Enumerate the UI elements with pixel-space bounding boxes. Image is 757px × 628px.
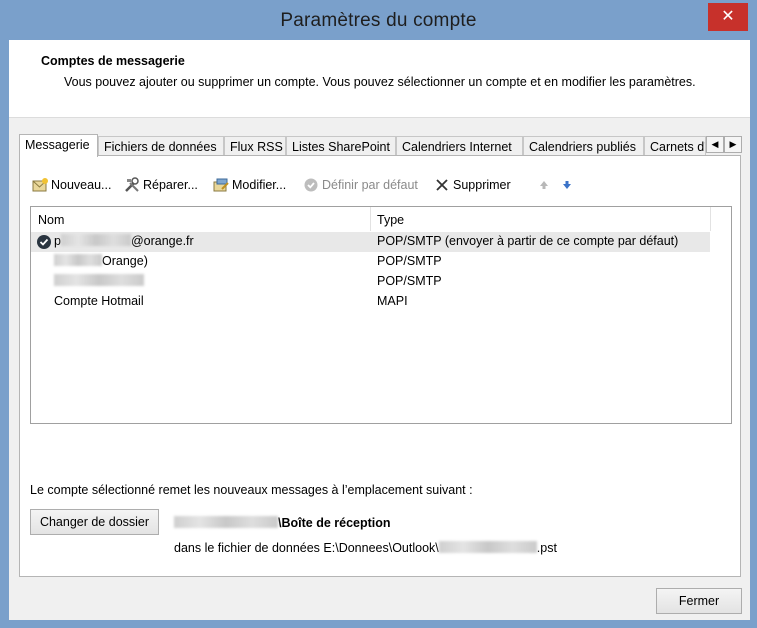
redacted-text bbox=[54, 274, 144, 286]
arrow-up-icon bbox=[540, 181, 548, 189]
data-file-prefix: dans le fichier de données E:\Donnees\Ou… bbox=[174, 541, 439, 555]
close-button[interactable]: Fermer bbox=[656, 588, 742, 614]
repair-label: Réparer... bbox=[143, 178, 198, 192]
modify-button[interactable]: Modifier... bbox=[213, 175, 286, 195]
tab-listes-sharepoint[interactable]: Listes SharePoint bbox=[286, 136, 396, 156]
tab-calendriers-publies[interactable]: Calendriers publiés bbox=[523, 136, 644, 156]
account-settings-window: Paramètres du compte ✕ Comptes de messag… bbox=[0, 0, 757, 628]
account-toolbar: Nouveau... Réparer... Modifier... Défini… bbox=[32, 175, 732, 195]
redacted-text bbox=[438, 541, 537, 553]
tab-calendriers-internet[interactable]: Calendriers Internet bbox=[396, 136, 523, 156]
title-bar[interactable]: Paramètres du compte ✕ bbox=[0, 0, 757, 40]
account-name: Orange) bbox=[54, 254, 148, 268]
header-title: Comptes de messagerie bbox=[41, 54, 185, 68]
header-description: Vous pouvez ajouter ou supprimer un comp… bbox=[64, 75, 696, 89]
delivery-folder-name: \Boîte de réception bbox=[278, 516, 391, 530]
account-type: POP/SMTP bbox=[377, 274, 442, 288]
account-type: MAPI bbox=[377, 294, 408, 308]
window-title: Paramètres du compte bbox=[280, 10, 477, 31]
redacted-text bbox=[174, 516, 278, 528]
change-folder-button[interactable]: Changer de dossier bbox=[30, 509, 159, 535]
move-down-button[interactable] bbox=[559, 175, 575, 195]
tab-flux-rss[interactable]: Flux RSS bbox=[224, 136, 286, 156]
modify-label: Modifier... bbox=[232, 178, 287, 192]
delete-icon bbox=[436, 179, 448, 191]
edit-account-icon bbox=[213, 178, 229, 192]
check-circle-icon bbox=[304, 178, 318, 192]
column-divider[interactable] bbox=[370, 207, 371, 231]
account-row[interactable]: POP/SMTP bbox=[31, 272, 731, 292]
delivery-folder: \Boîte de réception bbox=[174, 516, 391, 530]
data-file-suffix: .pst bbox=[536, 541, 557, 555]
column-type-header[interactable]: Type bbox=[377, 213, 404, 227]
account-row[interactable]: Compte Hotmail MAPI bbox=[31, 292, 731, 312]
new-mail-icon bbox=[32, 178, 48, 192]
new-account-label: Nouveau... bbox=[51, 178, 112, 192]
account-name bbox=[54, 274, 144, 288]
delivery-location-label: Le compte sélectionné remet les nouveaux… bbox=[30, 483, 473, 497]
default-account-icon bbox=[37, 235, 51, 249]
new-account-button[interactable]: Nouveau... bbox=[32, 175, 111, 195]
arrow-down-icon bbox=[563, 181, 571, 189]
tab-fichiers-de-donnees[interactable]: Fichiers de données bbox=[98, 136, 224, 156]
tab-strip: Messagerie Fichiers de données Flux RSS … bbox=[19, 134, 743, 157]
close-window-button[interactable]: ✕ bbox=[708, 3, 748, 31]
dialog-body: Comptes de messagerie Vous pouvez ajoute… bbox=[9, 40, 750, 620]
repair-button[interactable]: Réparer... bbox=[124, 175, 198, 195]
account-name: p @orange.fr bbox=[54, 234, 194, 248]
redacted-text bbox=[54, 254, 102, 266]
set-default-button[interactable]: Définir par défaut bbox=[303, 175, 418, 195]
list-header: Nom Type bbox=[31, 207, 731, 231]
tab-scroll-right-icon[interactable]: ▶ bbox=[724, 136, 742, 153]
remove-button[interactable]: Supprimer bbox=[434, 175, 511, 195]
messagerie-tab-page: Nouveau... Réparer... Modifier... Défini… bbox=[19, 155, 741, 577]
tab-scroll-left-icon[interactable]: ◀ bbox=[706, 136, 724, 153]
tab-carnets-adresses[interactable]: Carnets d'adresses bbox=[644, 136, 706, 156]
account-row[interactable]: Orange) POP/SMTP bbox=[31, 252, 731, 272]
tab-messagerie[interactable]: Messagerie bbox=[19, 134, 98, 157]
account-type: POP/SMTP (envoyer à partir de ce compte … bbox=[377, 234, 679, 248]
account-name-suffix: Orange) bbox=[102, 254, 148, 268]
account-name-suffix: @orange.fr bbox=[130, 234, 194, 248]
set-default-label: Définir par défaut bbox=[322, 178, 418, 192]
column-name-header[interactable]: Nom bbox=[38, 213, 64, 227]
account-name: Compte Hotmail bbox=[54, 294, 144, 308]
account-row[interactable]: p @orange.fr POP/SMTP (envoyer à partir d… bbox=[31, 232, 710, 252]
move-up-button[interactable] bbox=[536, 175, 552, 195]
column-divider[interactable] bbox=[710, 207, 711, 231]
remove-label: Supprimer bbox=[453, 178, 511, 192]
redacted-text bbox=[60, 234, 131, 246]
data-file-path: dans le fichier de données E:\Donnees\Ou… bbox=[174, 541, 557, 555]
tools-icon bbox=[125, 177, 139, 192]
account-type: POP/SMTP bbox=[377, 254, 442, 268]
accounts-list[interactable]: Nom Type p @orange.fr POP/SMTP (envoyer à… bbox=[30, 206, 732, 424]
header-panel: Comptes de messagerie Vous pouvez ajoute… bbox=[9, 40, 750, 118]
account-name-prefix: p bbox=[54, 234, 61, 248]
